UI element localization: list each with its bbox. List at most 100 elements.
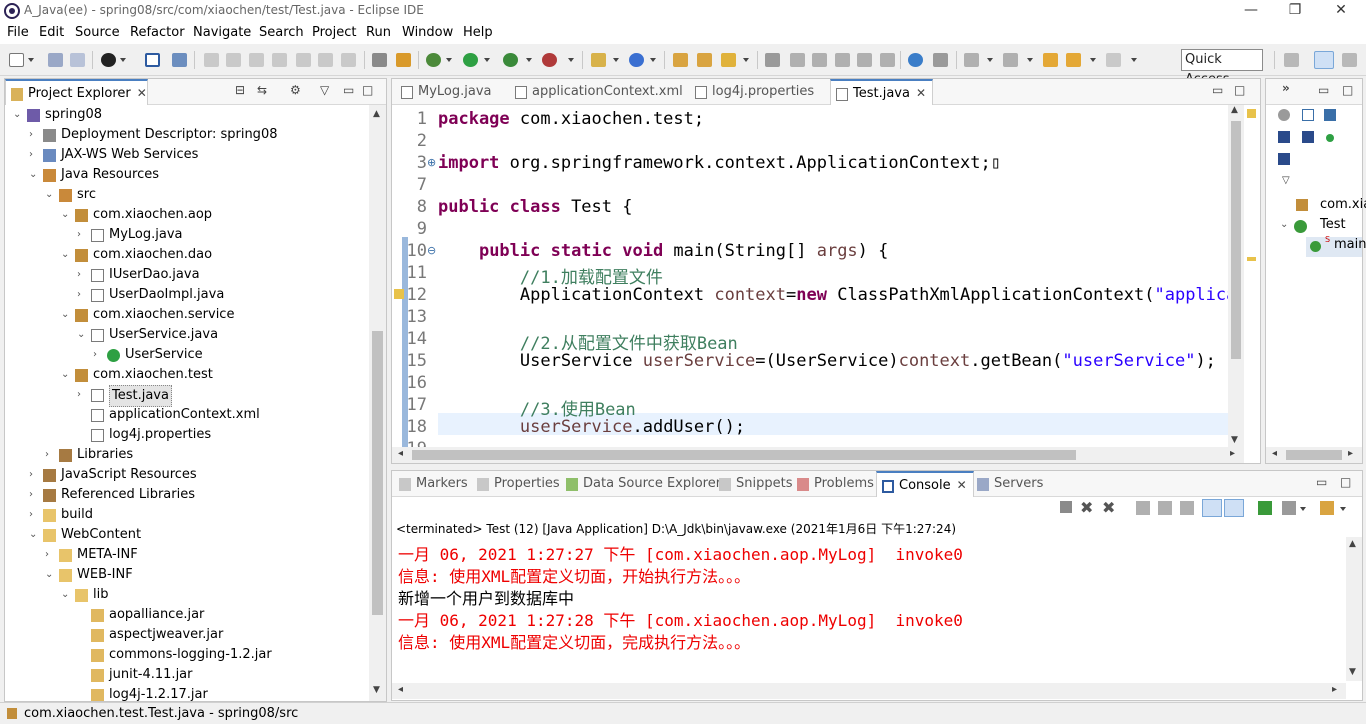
expand-arrow-icon[interactable]: › [77,225,87,245]
forward-icon[interactable] [1106,53,1121,67]
menu-refactor[interactable]: Refactor [130,25,185,40]
tree-row[interactable]: › JavaScript Resources [5,465,369,485]
user-icon[interactable] [101,53,116,67]
more-views-icon[interactable]: » [1282,81,1290,95]
tree-row[interactable]: ⌄ spring08 [5,105,369,125]
minimize-view-icon[interactable]: ▭ [1318,83,1329,97]
collapse-arrow-icon[interactable]: ⌄ [45,565,55,585]
collapse-arrow-icon[interactable]: ⌄ [61,365,71,385]
quick-access-field[interactable]: Quick Access [1181,49,1263,87]
scroll-up-arrow-icon[interactable]: ▲ [1349,539,1356,549]
previous-annotation-icon[interactable] [1003,53,1018,67]
annotation-icon[interactable] [765,53,780,67]
search-dropdown-icon[interactable] [743,58,749,62]
pin-console-icon[interactable] [1258,501,1272,515]
hide-static-icon[interactable] [1302,131,1314,143]
minimize-view-icon[interactable]: ▭ [1316,475,1327,489]
collapse-arrow-icon[interactable]: ⌄ [61,585,71,605]
open-type-icon[interactable] [673,53,688,67]
menu-source[interactable]: Source [75,25,120,40]
new-java-project-icon[interactable] [591,53,606,67]
menu-file[interactable]: File [7,25,29,40]
menu-window[interactable]: Window [402,25,453,40]
tree-row[interactable]: ⌄ com.xiaochen.dao [5,245,369,265]
tab-log4j-properties[interactable]: log4j.properties [690,79,814,105]
back-dropdown-icon[interactable] [1090,58,1096,62]
scroll-down-arrow-icon[interactable]: ▼ [373,685,380,695]
word-wrap-icon[interactable] [1180,501,1194,515]
tree-row[interactable]: commons-logging-1.2.jar [5,645,369,665]
coverage-dropdown-icon[interactable] [526,58,532,62]
tree-row[interactable]: ⌄ UserService.java [5,325,369,345]
tree-row[interactable]: › Deployment Descriptor: spring08 [5,125,369,145]
new-class-icon[interactable] [629,53,644,67]
skip-breakpoints-icon[interactable] [172,53,187,67]
tree-row[interactable]: ⌄ com.xiaochen.service [5,305,369,325]
tree-row[interactable]: ⌄ Java Resources [5,165,369,185]
console-vscrollbar[interactable]: ▲ ▼ [1346,537,1362,681]
tree-row[interactable]: ⌄ com.xiaochen.aop [5,205,369,225]
expand-arrow-icon[interactable]: › [29,465,39,485]
tree-row[interactable]: aspectjweaver.jar [5,625,369,645]
menu-project[interactable]: Project [312,25,356,40]
outline-package-label[interactable]: com.xia [1320,197,1366,212]
tree-row[interactable]: ⌄ WebContent [5,525,369,545]
pin-editor-icon[interactable] [933,53,948,67]
hide-fields-icon[interactable] [1278,131,1290,143]
tree-row[interactable]: › Test.java [5,385,369,407]
maximize-view-icon[interactable]: □ [1234,83,1245,97]
next-annotation-icon[interactable] [964,53,979,67]
open-perspective-button-icon[interactable] [1284,53,1299,67]
filter-icon[interactable]: ⚙ [290,83,301,97]
toggle-block-icon[interactable] [812,53,827,67]
code-editor[interactable]: 1 package com.xiaochen.test; 2 3 ⊕ import org… [392,105,1238,449]
scroll-up-arrow-icon[interactable]: ▲ [373,109,380,119]
user-dropdown-icon[interactable] [120,58,126,62]
open-perspective-icon[interactable] [372,53,387,67]
tree-row[interactable]: › IUserDao.java [5,265,369,285]
clear-console-icon[interactable] [1136,501,1150,515]
tree-row[interactable]: › JAX-WS Web Services [5,145,369,165]
expand-arrow-icon[interactable]: › [29,145,39,165]
tree-row[interactable]: ⌄ com.xiaochen.test [5,365,369,385]
web-browser-icon[interactable] [908,53,923,67]
view-menu-icon[interactable]: ▽ [1282,175,1290,186]
new-dropdown-icon[interactable] [28,58,34,62]
minimize-button[interactable]: — [1228,0,1274,22]
tab-problems[interactable]: Problems [792,471,874,497]
collapse-arrow-icon[interactable]: ⌄ [61,205,71,225]
last-edit-location-icon[interactable] [1043,53,1058,67]
terminal-icon[interactable] [145,53,160,67]
editor-vscrollbar-thumb[interactable] [1231,121,1241,359]
scroll-left-arrow-icon[interactable]: ◂ [1272,448,1277,459]
tree-row[interactable]: › Referenced Libraries [5,485,369,505]
menu-navigate[interactable]: Navigate [193,25,251,40]
search-icon[interactable] [721,53,736,67]
scroll-left-arrow-icon[interactable]: ◂ [398,448,403,459]
tree-row[interactable]: aopalliance.jar [5,605,369,625]
tab-console[interactable]: Console ✕ [876,471,974,497]
collapse-arrow-icon[interactable]: ⌄ [13,105,23,125]
collapse-arrow-icon[interactable]: ⌄ [29,525,39,545]
disconnect-icon[interactable] [272,53,287,67]
tab-test-java[interactable]: Test.java ✕ [830,79,934,105]
scroll-down-arrow-icon[interactable]: ▼ [1231,435,1238,445]
focus-active-task-icon[interactable] [1278,109,1290,121]
tree-row[interactable]: log4j-1.2.17.jar [5,685,369,701]
tree-row[interactable]: ⌄ WEB-INF [5,565,369,585]
terminate-console-icon[interactable] [1060,501,1072,513]
scroll-left-arrow-icon[interactable]: ◂ [398,684,403,695]
debug-icon[interactable] [426,53,441,67]
hide-local-types-icon[interactable] [1278,153,1290,165]
show-on-stdout-icon[interactable] [1202,499,1222,517]
toggle-word-wrap-icon[interactable] [835,53,850,67]
open-console-dropdown-icon[interactable] [1340,507,1346,511]
scroll-right-arrow-icon[interactable]: ▸ [1348,448,1353,459]
menu-search[interactable]: Search [259,25,304,40]
tab-applicationcontext-xml[interactable]: applicationContext.xml [510,79,683,105]
tab-project-explorer[interactable]: Project Explorer ✕ [5,79,148,105]
scroll-lock-icon[interactable] [1158,501,1172,515]
warning-overview-icon[interactable] [1247,109,1256,118]
run-icon[interactable] [463,53,478,67]
collapse-arrow-icon[interactable]: ⌄ [77,325,87,345]
